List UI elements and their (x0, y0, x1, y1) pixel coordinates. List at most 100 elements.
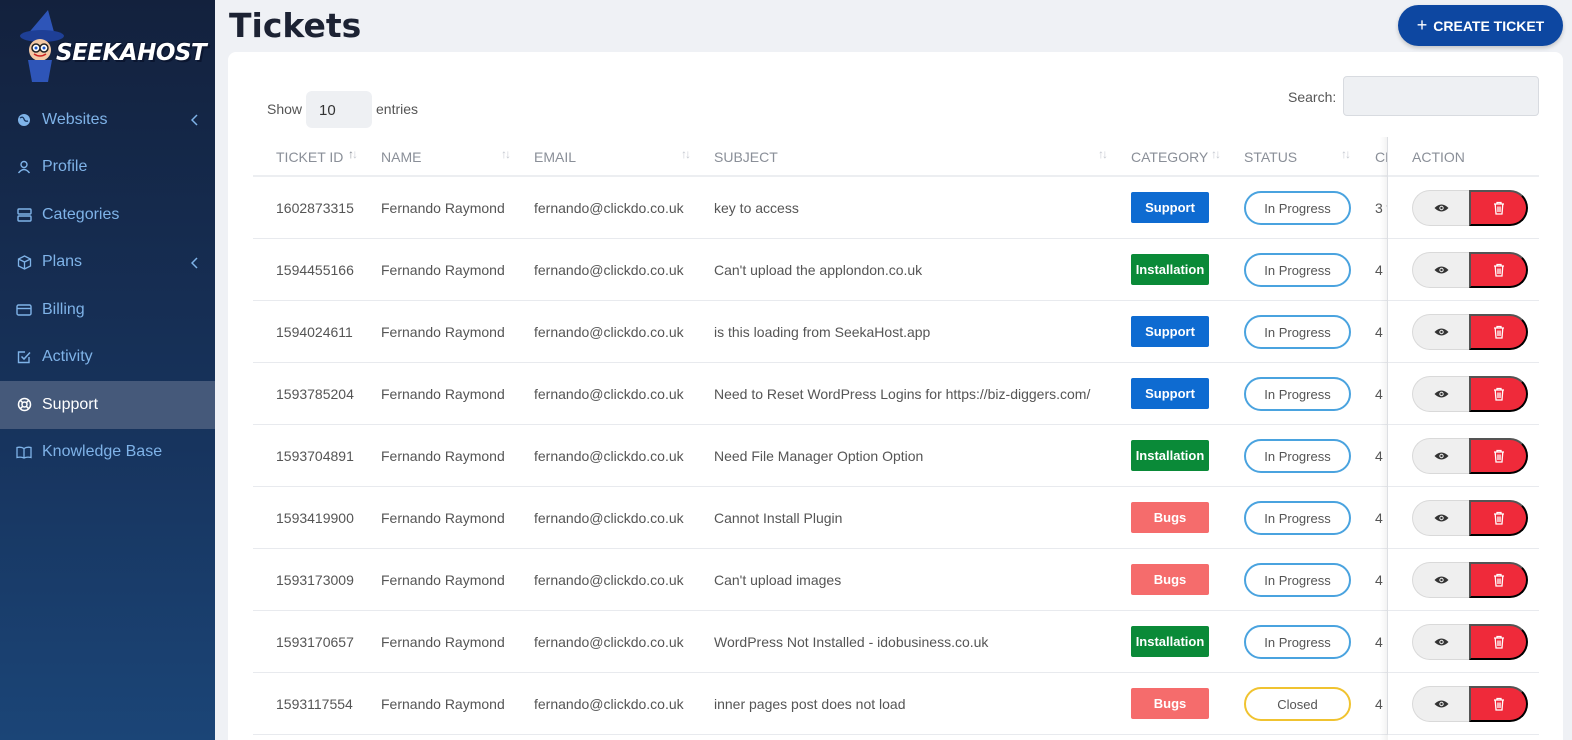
delete-button[interactable] (1469, 252, 1528, 288)
table-row: 1593419900 Fernando Raymond fernando@cli… (253, 487, 1539, 549)
view-button[interactable] (1412, 190, 1470, 226)
eye-icon (1434, 700, 1449, 708)
eye-icon (1434, 390, 1449, 398)
col-category[interactable]: CATEGORY (1131, 149, 1208, 165)
ticket-name: Fernando Raymond (381, 262, 505, 278)
globe-icon (16, 112, 32, 128)
ticket-id: 1593419900 (276, 510, 354, 526)
create-ticket-button[interactable]: + CREATE TICKET (1398, 5, 1563, 46)
delete-button[interactable] (1469, 624, 1528, 660)
chevron-left-icon (190, 113, 199, 131)
delete-button[interactable] (1469, 190, 1528, 226)
sort-icon[interactable]: ↑↓ (1341, 147, 1351, 161)
view-button[interactable] (1412, 438, 1470, 474)
view-button[interactable] (1412, 562, 1470, 598)
seekahost-logo[interactable]: SEEKAHOST (18, 8, 207, 82)
chevron-left-icon (190, 256, 199, 274)
category-badge: Support (1131, 316, 1209, 347)
ticket-name: Fernando Raymond (381, 572, 505, 588)
status-badge: In Progress (1244, 315, 1351, 349)
category-badge: Support (1131, 378, 1209, 409)
delete-button[interactable] (1469, 500, 1528, 536)
ticket-email: fernando@clickdo.co.uk (534, 634, 684, 650)
table-header: TICKET ID ↑↓ NAME ↑↓ EMAIL ↑↓ SUBJECT ↑↓… (253, 137, 1539, 177)
status-badge: In Progress (1244, 377, 1351, 411)
sidebar-item-websites[interactable]: Websites (0, 96, 215, 144)
table-row: 1593117554 Fernando Raymond fernando@cli… (253, 673, 1539, 735)
delete-button[interactable] (1469, 562, 1528, 598)
eye-icon (1434, 452, 1449, 460)
ticket-email: fernando@clickdo.co.uk (534, 510, 684, 526)
ticket-id: 1594024611 (276, 324, 353, 340)
category-badge: Installation (1131, 626, 1209, 657)
trash-icon (1493, 387, 1504, 401)
ticket-subject: Need File Manager Option Option (714, 448, 924, 464)
ticket-id: 1594455166 (276, 262, 354, 278)
view-button[interactable] (1412, 376, 1470, 412)
trash-icon (1493, 449, 1504, 463)
col-subject[interactable]: SUBJECT (714, 149, 778, 165)
table-row: 1593170657 Fernando Raymond fernando@cli… (253, 611, 1539, 673)
table-row: 1593704891 Fernando Raymond fernando@cli… (253, 425, 1539, 487)
delete-button[interactable] (1469, 438, 1528, 474)
sidebar-item-support[interactable]: Support (0, 381, 215, 429)
trash-icon (1493, 573, 1504, 587)
ticket-email: fernando@clickdo.co.uk (534, 324, 684, 340)
col-name[interactable]: NAME (381, 149, 421, 165)
sidebar-item-knowledge-base[interactable]: Knowledge Base (0, 429, 215, 477)
sort-icon[interactable]: ↑↓ (681, 147, 691, 161)
page-size-select[interactable]: 10 (306, 91, 372, 128)
check-square-icon (16, 349, 32, 365)
ticket-id: 1602873315 (276, 200, 354, 216)
col-status[interactable]: STATUS (1244, 149, 1297, 165)
ticket-subject: is this loading from SeekaHost.app (714, 324, 931, 340)
category-badge: Bugs (1131, 564, 1209, 595)
ticket-subject: Need to Reset WordPress Logins for https… (714, 386, 1091, 402)
ticket-id: 1593173009 (276, 572, 354, 588)
life-ring-icon (16, 397, 32, 413)
sidebar-item-billing[interactable]: Billing (0, 286, 215, 334)
eye-icon (1434, 514, 1449, 522)
sort-icon[interactable]: ↑↓ (1098, 147, 1108, 161)
sort-icon[interactable]: ↑↓ (501, 147, 511, 161)
sidebar-item-label: Websites (42, 110, 108, 128)
ticket-subject: inner pages post does not load (714, 696, 906, 712)
ticket-email: fernando@clickdo.co.uk (534, 262, 684, 278)
eye-icon (1434, 638, 1449, 646)
delete-button[interactable] (1469, 376, 1528, 412)
view-button[interactable] (1412, 624, 1470, 660)
category-badge: Support (1131, 192, 1209, 223)
trash-icon (1493, 325, 1504, 339)
view-button[interactable] (1412, 500, 1470, 536)
col-ticket-id[interactable]: TICKET ID (276, 149, 343, 165)
ticket-name: Fernando Raymond (381, 696, 505, 712)
ticket-email: fernando@clickdo.co.uk (534, 572, 684, 588)
delete-button[interactable] (1469, 314, 1528, 350)
table-row: 1593173009 Fernando Raymond fernando@cli… (253, 549, 1539, 611)
ticket-name: Fernando Raymond (381, 510, 505, 526)
ticket-email: fernando@clickdo.co.uk (534, 200, 684, 216)
ticket-subject: Can't upload the applondon.co.uk (714, 262, 923, 278)
sort-asc-icon[interactable]: ↑↓ (348, 147, 358, 161)
sidebar-item-activity[interactable]: Activity (0, 334, 215, 382)
search-input[interactable] (1343, 76, 1539, 116)
status-badge: In Progress (1244, 191, 1351, 225)
trash-icon (1493, 635, 1504, 649)
eye-icon (1434, 266, 1449, 274)
category-badge: Bugs (1131, 688, 1209, 719)
scroll-shadow (1380, 137, 1388, 740)
sidebar-item-categories[interactable]: Categories (0, 191, 215, 239)
sidebar-item-profile[interactable]: Profile (0, 144, 215, 192)
delete-button[interactable] (1469, 686, 1528, 722)
view-button[interactable] (1412, 252, 1470, 288)
sidebar-item-plans[interactable]: Plans (0, 239, 215, 287)
view-button[interactable] (1412, 686, 1470, 722)
view-button[interactable] (1412, 314, 1470, 350)
ticket-email: fernando@clickdo.co.uk (534, 448, 684, 464)
trash-icon (1493, 263, 1504, 277)
status-badge: In Progress (1244, 501, 1351, 535)
sort-icon[interactable]: ↑↓ (1211, 147, 1221, 161)
trash-icon (1493, 697, 1504, 711)
server-icon (16, 207, 32, 223)
col-email[interactable]: EMAIL (534, 149, 576, 165)
